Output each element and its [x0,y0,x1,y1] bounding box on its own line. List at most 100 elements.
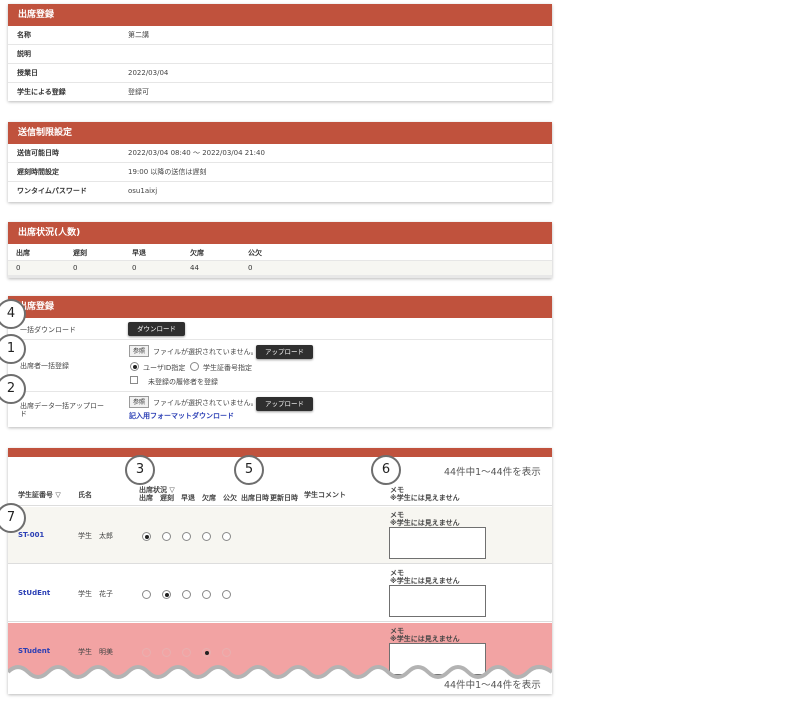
attendee-upload-row: 出席者一括登録 参照 ファイルが選択されていません。 アップロード ユーザID指… [8,340,552,392]
limit-value: 19:00 以降の送信は遅刻 [128,168,207,176]
col-name: 氏名 [78,491,92,499]
status-radio[interactable] [182,590,191,599]
no-file-text-2: ファイルが選択されていません。 [153,399,258,407]
memo-input[interactable] [389,527,486,559]
limit-row-late: 遅刻時間設定 19:00 以降の送信は遅刻 [8,163,552,182]
status-value: 0 [248,264,253,272]
limit-label: 遅刻時間設定 [17,168,59,176]
attendee-upload-label: 出席者一括登録 [20,362,69,370]
limit-value: osu1aixj [128,187,158,195]
student-id-link[interactable]: ST-001 [18,531,44,539]
col-comment: 学生コメント [304,491,346,499]
status-radio[interactable] [182,648,191,657]
format-download-link[interactable]: 記入用フォーマットダウンロード [129,411,234,421]
limit-value: 2022/03/04 08:40 ～ 2022/03/04 21:40 [128,149,265,157]
radio-studentid[interactable] [190,362,199,371]
data-upload-label: 出席データ一括アップロー [20,402,104,410]
status-radio[interactable] [142,532,151,541]
attendance-panel-title: 出席登録 [8,4,552,26]
status-radio[interactable] [162,648,171,657]
callout-badge: 5 [234,455,264,485]
status-radio[interactable] [142,590,151,599]
status-header-row: 出席 遅刻 早退 欠席 公欠 [8,244,552,260]
info-row-date: 授業日 2022/03/04 [8,64,552,83]
status-value: 0 [132,264,137,272]
checkbox-unregistered[interactable] [130,376,138,384]
status-header: 遅刻 [73,249,87,257]
status-value: 44 [190,264,199,272]
student-id-link[interactable]: StUdEnt [18,589,50,597]
callout-badge: 6 [371,455,401,485]
col-status-sub: 出席 遅刻 早退 欠席 公欠 [139,494,237,502]
status-radio[interactable] [222,532,231,541]
status-radio[interactable] [162,590,171,599]
no-file-text: ファイルが選択されていません。 [153,348,258,356]
info-row-student-registration: 学生による登録 登録可 [8,83,552,102]
checkbox-unregistered-label: 未登録の履修者を登録 [148,378,218,386]
status-radio[interactable] [162,532,171,541]
browse-button-2[interactable]: 参照 [129,396,150,408]
upload-button[interactable]: アップロード [256,345,313,359]
status-radio[interactable] [222,648,231,657]
bulk-download-row: 一括ダウンロード ダウンロード [8,318,552,340]
data-upload-row: 出席データ一括アップロー ド 参照 ファイルが選択されていません。 アップロード… [8,392,552,426]
info-value: 登録可 [128,88,149,96]
status-header: 公欠 [248,249,262,257]
bulk-panel-title: 出席登録 [8,296,552,318]
status-panel-title: 出席状況(人数) [8,222,552,244]
limit-row-password: ワンタイムパスワード osu1aixj [8,182,552,201]
callout-badge: 3 [125,455,155,485]
table-row: StUdEnt 学生 花子 メモ ※学生には見えません [8,565,552,622]
status-radio[interactable] [222,590,231,599]
info-value: 2022/03/04 [128,69,169,77]
status-header: 早退 [132,249,146,257]
browse-button[interactable]: 参照 [129,345,150,357]
bulk-panel: 出席登録 一括ダウンロード ダウンロード 出席者一括登録 参照 ファイルが選択さ… [8,296,552,427]
info-row-description: 説明 [8,45,552,64]
col-updated: 更新日時 [270,494,298,502]
info-label: 名称 [17,31,31,39]
download-button[interactable]: ダウンロード [128,322,185,336]
table-header-row: 学生証番号 ▽ 氏名 出席状況 ▽ 出席 遅刻 早退 欠席 公欠 出席日時 更新… [8,478,552,506]
student-name: 学生 太郎 [78,532,113,540]
info-value: 第二講 [128,31,149,39]
limits-panel-title: 送信制限設定 [8,122,552,144]
result-count: 44件中1～44件を表示 [444,467,541,478]
status-scrollbar[interactable] [8,275,552,278]
status-value: 0 [73,264,78,272]
status-header: 欠席 [190,249,204,257]
status-radio[interactable] [182,532,191,541]
info-row-name: 名称 第二講 [8,26,552,45]
attendance-panel: 出席登録 名称 第二講 説明 授業日 2022/03/04 学生による登録 登録… [8,4,552,101]
student-id-link[interactable]: STudent [18,647,50,655]
status-radio[interactable] [142,648,151,657]
table-header-bar [8,448,552,457]
col-datetime: 出席日時 [241,494,269,502]
status-panel: 出席状況(人数) 出席 遅刻 早退 欠席 公欠 0 0 0 44 0 [8,222,552,278]
limit-label: 送信可能日時 [17,149,59,157]
radio-userid[interactable] [130,362,139,371]
status-radio[interactable] [202,590,211,599]
student-name: 学生 明美 [78,648,113,656]
radio-studentid-label: 学生証番号指定 [203,364,252,372]
col-student-id[interactable]: 学生証番号 ▽ [18,490,61,500]
memo-input[interactable] [389,585,486,617]
table-row: ST-001 学生 太郎 メモ ※学生には見えません [8,507,552,564]
upload-button-2[interactable]: アップロード [256,397,313,411]
status-value: 0 [16,264,21,272]
student-table-panel: 44件中1～44件を表示 学生証番号 ▽ 氏名 出席状況 ▽ 出席 遅刻 早退 … [8,448,552,694]
bulk-download-label: 一括ダウンロード [20,326,76,334]
radio-userid-label: ユーザID指定 [143,364,186,372]
status-radio[interactable] [202,648,211,657]
status-radio[interactable] [202,532,211,541]
limit-row-period: 送信可能日時 2022/03/04 08:40 ～ 2022/03/04 21:… [8,144,552,163]
data-upload-label-wrap: ド [20,410,27,418]
info-label: 説明 [17,50,31,58]
col-memo-note: ※学生には見えません [390,494,460,502]
student-name: 学生 花子 [78,590,113,598]
limits-panel: 送信制限設定 送信可能日時 2022/03/04 08:40 ～ 2022/03… [8,122,552,202]
status-value-row: 0 0 0 44 0 [8,260,552,275]
status-header: 出席 [16,249,30,257]
info-label: 学生による登録 [17,88,66,96]
info-label: 授業日 [17,69,38,77]
